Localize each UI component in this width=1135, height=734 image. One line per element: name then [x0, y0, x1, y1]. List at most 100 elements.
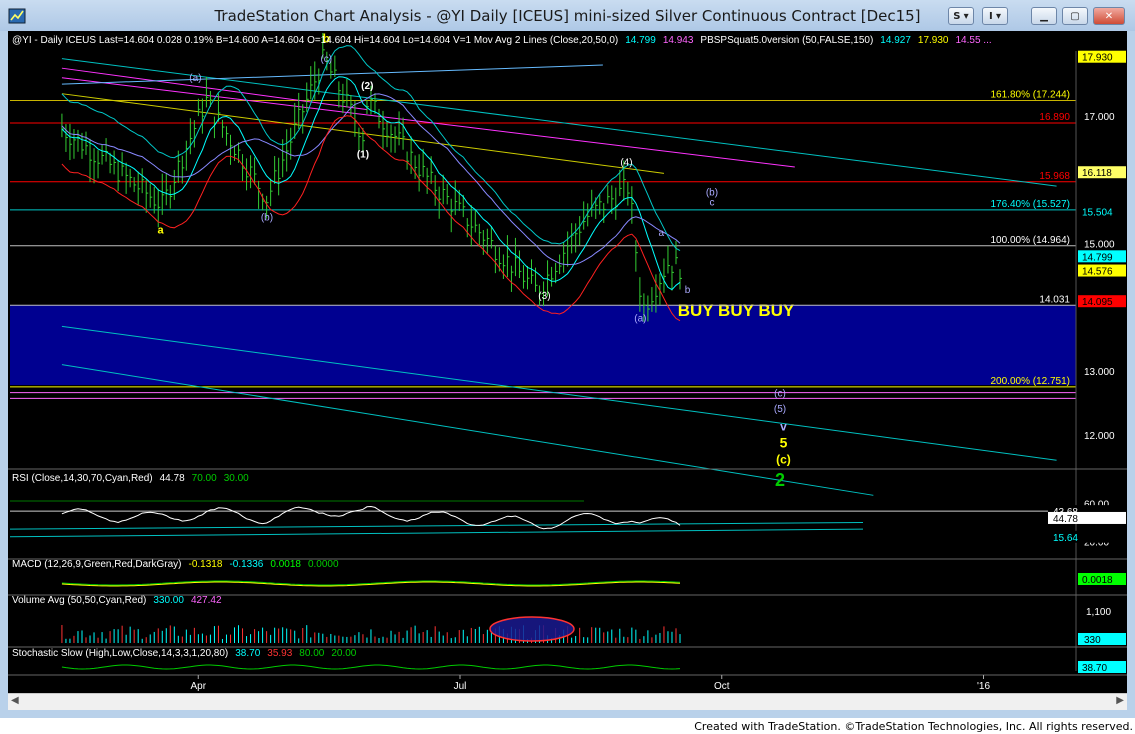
title-bar[interactable]: TradeStation Chart Analysis - @YI Daily … [0, 0, 1135, 31]
price-tag-label: 15.504 [1082, 207, 1113, 218]
wave-label: v [780, 419, 787, 433]
interval-link-button[interactable]: I ▾ [982, 7, 1008, 25]
header-field: 17.930 [918, 35, 949, 46]
moving-average-50 [61, 93, 681, 266]
header-field: 14.799 [625, 35, 656, 46]
stochastic-header: Stochastic Slow (High,Low,Close,14,3,3,1… [12, 648, 357, 659]
wave-label: b [685, 285, 691, 296]
wave-label: 2 [775, 470, 785, 490]
chart-canvas[interactable]: BUY BUY BUY 161.80% (17.244) 16.890 15.968… [8, 31, 1127, 693]
volume-field: 330.00 [153, 595, 184, 606]
header-field: @YI - Daily ICEUS Last=14.604 0.028 0.19… [12, 35, 618, 46]
volume-field: Volume Avg (50,50,Cyan,Red) [12, 595, 146, 606]
rsi-tag-label: 15.64 [1053, 533, 1078, 544]
level-label: 161.80% (17.244) [990, 89, 1070, 100]
wave-label: (b) [261, 213, 273, 224]
stochastic-field: 35.93 [267, 648, 292, 659]
volume-field: 427.42 [191, 595, 222, 606]
buy-zone [10, 305, 1076, 386]
close-icon: ✕ [1104, 11, 1114, 22]
level-label: 100.00% (14.964) [990, 235, 1070, 246]
wave-label: (2) [361, 81, 373, 92]
level-label: 15.968 [1039, 171, 1070, 182]
price-tag-label: 14.576 [1082, 267, 1113, 278]
wave-label: (c) [320, 54, 332, 65]
macd-tag-label: 0.0018 [1082, 575, 1113, 586]
wave-label: c [709, 197, 714, 208]
wave-label: (4) [620, 158, 632, 169]
stochastic-field: 80.00 [299, 648, 324, 659]
header-field: PBSPSquat5.0version (50,FALSE,150) [700, 35, 873, 46]
trend-line[interactable] [61, 58, 1057, 187]
wave-label: (a) [634, 313, 646, 324]
volume-header: Volume Avg (50,50,Cyan,Red) 330.00 427.42 [12, 595, 222, 606]
scroll-left-icon[interactable]: ◀ [11, 695, 19, 706]
rsi-field: 44.78 [160, 473, 185, 484]
chart-area[interactable]: BUY BUY BUY 161.80% (17.244) 16.890 15.968… [8, 31, 1127, 693]
rsi-field: 70.00 [192, 473, 217, 484]
dropdown-arrow-icon: ▾ [960, 11, 969, 22]
symbol-link-button[interactable]: S ▾ [948, 7, 974, 25]
copyright-text: Created with TradeStation. ©TradeStation… [694, 720, 1133, 733]
header-field: 14.943 [663, 35, 694, 46]
macd-field: 0.0018 [270, 559, 301, 570]
price-tick-label: 17.000 [1084, 112, 1115, 123]
rsi-trend-line[interactable] [9, 528, 864, 538]
stochastic-tag-label: 38.70 [1082, 663, 1107, 674]
price-tag-label: 16.118 [1082, 168, 1112, 179]
price-tag-label: 14.799 [1082, 252, 1113, 263]
price-tick-label: 13.000 [1084, 367, 1115, 378]
stochastic-field: 38.70 [235, 648, 260, 659]
maximize-button[interactable]: ▢ [1062, 7, 1088, 25]
wave-label: (a) [189, 73, 201, 84]
level-label: 176.40% (15.527) [990, 199, 1070, 210]
volume-tag-label: 330 [1084, 635, 1101, 646]
macd-header: MACD (12,26,9,Green,Red,DarkGray) -0.1318… [12, 559, 339, 570]
minimize-icon: ▁ [1040, 11, 1048, 22]
volume-highlight [489, 616, 575, 642]
symbol-link-label: S [953, 11, 961, 22]
rsi-header: RSI (Close,14,30,70,Cyan,Red) 44.78 70.00 3… [12, 473, 249, 484]
level-label: 14.031 [1039, 294, 1070, 305]
time-tick-label: '16 [977, 681, 990, 692]
trend-line[interactable] [61, 77, 795, 168]
macd-field: -0.1336 [229, 559, 263, 570]
scroll-right-icon[interactable]: ▶ [1116, 695, 1124, 706]
chart-header: @YI - Daily ICEUS Last=14.604 0.028 0.19… [12, 35, 992, 46]
macd-field: MACD (12,26,9,Green,Red,DarkGray) [12, 559, 182, 570]
wave-label: (5) [774, 404, 786, 415]
wave-label: a [157, 224, 164, 236]
header-field: 14.927 [880, 35, 911, 46]
wave-label: (1) [357, 149, 369, 160]
buy-zone-label: BUY BUY BUY [678, 301, 795, 320]
price-tag-label: 14.095 [1082, 297, 1113, 308]
stochastic-field: 20.00 [331, 648, 356, 659]
time-tick-label: Apr [190, 681, 206, 692]
rsi-field: RSI (Close,14,30,70,Cyan,Red) [12, 473, 153, 484]
volume-axis-label: 1,100 [1086, 607, 1111, 618]
rsi-trend-line[interactable] [9, 522, 864, 530]
wave-label: (c) [776, 452, 791, 466]
trend-line[interactable] [61, 67, 368, 111]
footer: Created with TradeStation. ©TradeStation… [0, 718, 1135, 734]
stochastic-line [61, 664, 681, 670]
minimize-button[interactable]: ▁ [1031, 7, 1057, 25]
tradestation-window: TradeStation Chart Analysis - @YI Daily … [0, 0, 1135, 718]
wave-label: (c) [774, 389, 786, 400]
price-tag-label: 17.930 [1082, 53, 1113, 64]
close-button[interactable]: ✕ [1093, 7, 1125, 25]
level-label: 200.00% (12.751) [990, 376, 1070, 387]
rsi-tag-label: 44.78 [1053, 514, 1078, 525]
wave-label: (3) [538, 291, 550, 302]
maximize-icon: ▢ [1070, 11, 1080, 22]
price-tick-label: 15.000 [1084, 240, 1115, 251]
rsi-line [61, 505, 681, 530]
stochastic-field: Stochastic Slow (High,Low,Close,14,3,3,1… [12, 648, 228, 659]
level-label: 16.890 [1039, 112, 1070, 123]
wave-label: 5 [780, 435, 788, 451]
rsi-field: 30.00 [224, 473, 249, 484]
horizontal-scrollbar[interactable]: ◀ ▶ [8, 693, 1127, 710]
price-tick-label: 12.000 [1084, 431, 1115, 442]
dropdown-arrow-icon: ▾ [992, 11, 1001, 22]
macd-field: -0.1318 [189, 559, 223, 570]
